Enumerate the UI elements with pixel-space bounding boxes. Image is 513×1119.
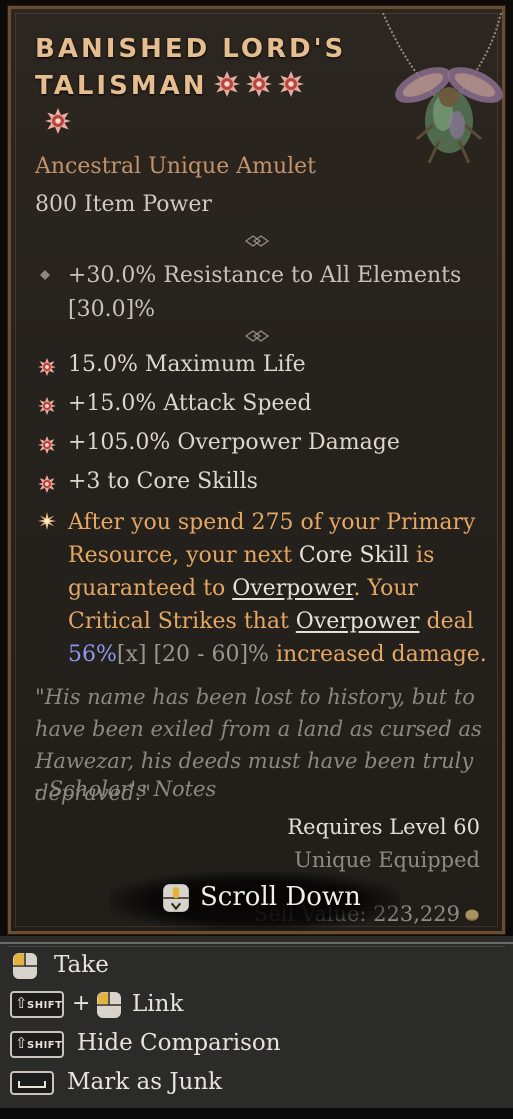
- unique-star-icon: [45, 108, 71, 134]
- mouse-icon: [96, 991, 122, 1019]
- unique-power-x: [x]: [116, 642, 147, 667]
- implicit-value: +30.0% Resistance to All Elements: [68, 263, 462, 288]
- affix-overpower-damage: +105.0% Overpower Damage: [68, 430, 400, 455]
- scroll-down-button[interactable]: Scroll Down: [200, 882, 361, 912]
- affix-core-skills: +3 to Core Skills: [68, 469, 258, 494]
- action-bar: Take ⇧ SHIFT + Link ⇧ SHIFT Hide Compari…: [0, 936, 513, 1119]
- unique-power-part: increased damage.: [268, 642, 487, 667]
- flavor-source: - Scholar's Notes: [35, 777, 217, 801]
- shift-key-label: SHIFT: [27, 1000, 63, 1011]
- unique-star-icon: [38, 397, 56, 415]
- unique-power-part: [353, 543, 360, 568]
- item-power: 800 Item Power: [35, 192, 212, 217]
- take-label: Take: [54, 952, 109, 978]
- section-divider: [31, 330, 486, 342]
- implicit-range: [30.0]%: [68, 297, 156, 322]
- unique-equipped: Unique Equipped: [294, 848, 480, 872]
- item-title: BANISHED LORD'S TALISMAN: [35, 31, 365, 142]
- shift-arrow-icon: ⇧: [15, 1034, 28, 1052]
- section-divider: [31, 235, 486, 247]
- keyword-core: Core: [298, 543, 353, 568]
- item-tooltip: BANISHED LORD'S TALISMAN Ancestral Uniqu…: [7, 5, 506, 935]
- diamond-bullet-icon: [40, 270, 50, 280]
- gold-coin-icon: [465, 909, 479, 921]
- mark-as-junk-label: Mark as Junk: [67, 1069, 223, 1095]
- space-bar-glyph: [18, 1081, 46, 1088]
- unique-power-part: deal: [419, 609, 474, 634]
- mouse-icon: [163, 884, 189, 912]
- item-type: Ancestral Unique Amulet: [35, 154, 317, 179]
- hide-comparison-label: Hide Comparison: [77, 1030, 281, 1056]
- unique-power-value: 56%: [68, 642, 117, 667]
- unique-star-icon: [246, 71, 272, 97]
- action-bar-divider: [0, 942, 513, 944]
- unique-star-icon: [278, 71, 304, 97]
- mouse-icon: [12, 952, 38, 980]
- shift-key-label: SHIFT: [27, 1040, 63, 1051]
- implicit-affix: +30.0% Resistance to All Elements [30.0]…: [68, 259, 478, 327]
- hotbar-edge: [0, 1108, 513, 1119]
- action-bar-divider: [8, 946, 505, 947]
- shift-arrow-icon: ⇧: [15, 994, 28, 1012]
- unique-power-star-icon: [38, 512, 56, 530]
- plus-sign: +: [72, 991, 91, 1016]
- keyword-overpower-link[interactable]: Overpower: [232, 576, 353, 601]
- link-label: Link: [132, 991, 184, 1017]
- shift-key-icon: ⇧ SHIFT: [10, 1031, 64, 1058]
- unique-star-icon: [214, 71, 240, 97]
- unique-star-icon: [38, 436, 56, 454]
- affix-maximum-life: 15.0% Maximum Life: [68, 352, 306, 377]
- unique-power-range: [20 - 60]%: [146, 642, 269, 667]
- unique-star-icon: [38, 358, 56, 376]
- shift-key-icon: ⇧ SHIFT: [10, 991, 64, 1018]
- keyword-skill: Skill: [359, 543, 410, 568]
- requires-level: Requires Level 60: [287, 815, 480, 839]
- amulet-beetle-icon: [382, 13, 503, 164]
- keyword-overpower-link[interactable]: Overpower: [296, 609, 420, 634]
- unique-star-icon: [38, 475, 56, 493]
- space-key-icon: [10, 1071, 54, 1095]
- unique-power-text: After you spend 275 of your Primary Reso…: [68, 506, 488, 671]
- affix-attack-speed: +15.0% Attack Speed: [68, 391, 312, 416]
